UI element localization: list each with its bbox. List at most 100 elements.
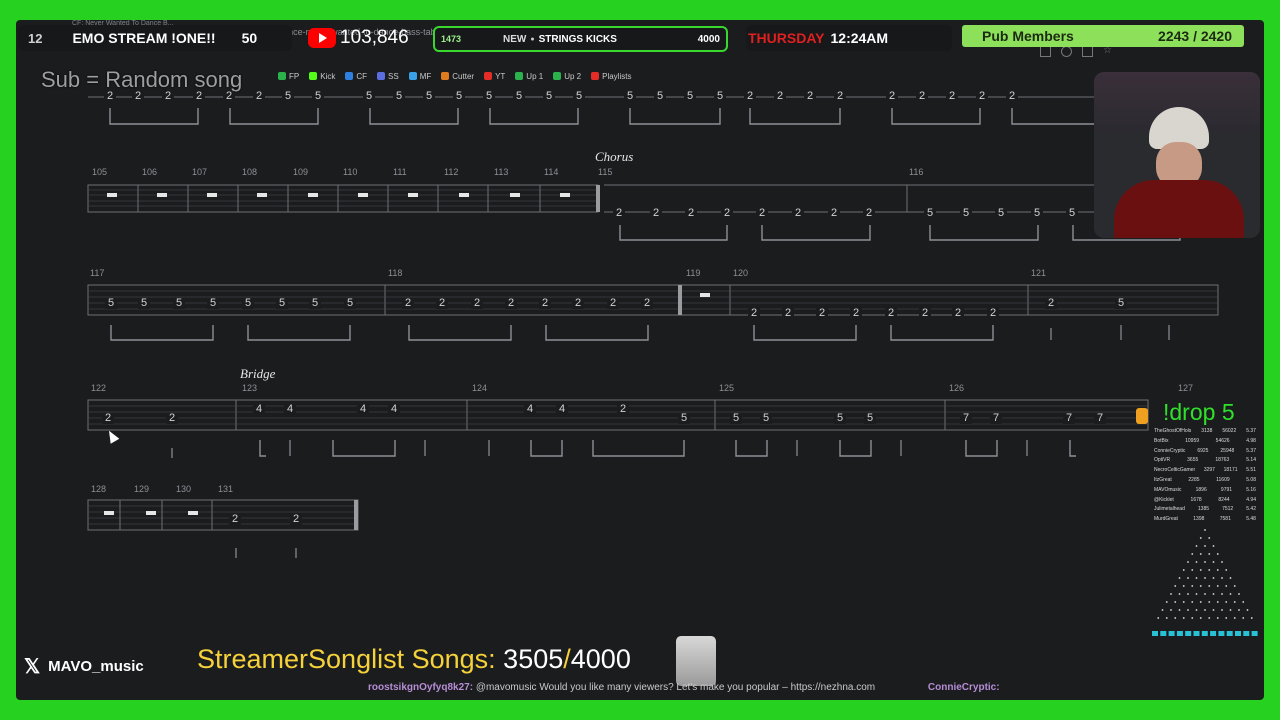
- fret-note: 2: [834, 91, 846, 102]
- leaderboard-pts: 10959: [1185, 437, 1200, 444]
- leaderboard-row: Julimetalhead 1385 7512 5.42: [1154, 506, 1256, 516]
- measure-number: 109: [293, 167, 309, 177]
- plinko-peg: [1182, 585, 1185, 587]
- fret-note: 2: [290, 514, 302, 525]
- leaderboard-pts: 1678: [1190, 496, 1202, 503]
- plinko-peg: [1208, 617, 1211, 619]
- plinko-peg: [1182, 569, 1185, 571]
- leaderboard-row: OptiVR 3655 18763 5.14: [1154, 457, 1256, 467]
- leaderboard-val: 8244: [1218, 496, 1230, 503]
- plinko-peg: [1165, 601, 1168, 603]
- plinko-peg: [1221, 577, 1223, 579]
- leaderboard-row: @Kicklet 1678 8244 4.94: [1154, 497, 1256, 507]
- fret-note: 5: [393, 91, 405, 102]
- plinko-peg: [1233, 601, 1236, 603]
- fret-note: 5: [730, 413, 742, 424]
- plinko-peg: [1233, 585, 1236, 587]
- measure-number: 124: [472, 383, 488, 393]
- plinko-peg: [1204, 593, 1206, 595]
- leaderboard-val: 7512: [1222, 506, 1234, 513]
- fret-note: 5: [105, 298, 117, 309]
- plinko-bucket: [1235, 631, 1241, 636]
- fret-note: 5: [960, 208, 972, 219]
- measure-number: 128: [91, 484, 107, 494]
- plinko-peg: [1195, 577, 1198, 579]
- section-label-bridge: Bridge: [240, 366, 276, 381]
- plinko-peg: [1225, 585, 1228, 587]
- fret-note: 2: [885, 308, 897, 319]
- songlist-counter: StreamerSonglist Songs: 3505/4000: [197, 644, 631, 675]
- leaderboard-pts: 1385: [1197, 506, 1210, 513]
- fret-note: 5: [276, 298, 288, 309]
- leaderboard-name: ItzGreat: [1154, 476, 1172, 483]
- twitter-handle: MAVO_music: [48, 658, 144, 675]
- fret-note: 2: [792, 208, 804, 219]
- fret-note: 2: [223, 91, 235, 102]
- leaderboard-avg: 5.14: [1246, 457, 1256, 464]
- plinko-peg: [1187, 593, 1189, 595]
- leaderboard-avg: 4.98: [1246, 437, 1256, 444]
- fret-note: 2: [782, 308, 794, 319]
- plinko-bucket: [1218, 631, 1225, 636]
- leaderboard-val: 25948: [1220, 447, 1235, 454]
- tab-notation: [87, 96, 1219, 558]
- leaderboard-avg: 5.37: [1246, 447, 1256, 454]
- plinko-peg: [1170, 609, 1172, 611]
- plinko-peg: [1195, 561, 1198, 563]
- jar-icon: [676, 636, 716, 686]
- leaderboard-row: MAVOmusic 1896 9791 5.16: [1154, 487, 1256, 497]
- leaderboard-name: OptiVR: [1154, 457, 1171, 464]
- fret-note: 5: [312, 91, 324, 102]
- fret-note: 2: [987, 308, 999, 319]
- fret-note: 2: [641, 298, 653, 309]
- fret-note: 5: [760, 413, 772, 424]
- fret-note: 2: [976, 91, 988, 102]
- measure-number: 130: [176, 484, 192, 494]
- fret-note: 2: [650, 208, 662, 219]
- plinko-peg: [1199, 569, 1202, 571]
- plinko-peg: [1157, 617, 1160, 619]
- measure-number: 131: [218, 484, 234, 494]
- fret-note: 5: [714, 91, 726, 102]
- leaderboard-pts: 3138: [1201, 428, 1213, 434]
- songlist-current: 3505: [503, 644, 564, 674]
- fret-note: 2: [1045, 298, 1057, 309]
- fret-note: 4: [284, 404, 296, 415]
- plinko-bucket: [1185, 631, 1192, 636]
- plinko-peg: [1191, 585, 1194, 587]
- plinko-peg: [1195, 545, 1198, 547]
- measure-number: 120: [733, 268, 749, 278]
- webcam-feed: [1094, 72, 1260, 238]
- fret-note: 2: [748, 308, 760, 319]
- fret-note: 5: [543, 91, 555, 102]
- leaderboard-row: ItzGreat 2285 11609 5.08: [1154, 477, 1256, 487]
- plinko-peg: [1216, 601, 1219, 603]
- fret-note: 2: [774, 91, 786, 102]
- fret-note: 2: [863, 208, 875, 219]
- plinko-bucket: [1160, 631, 1167, 636]
- measure-number: 127: [1178, 383, 1194, 393]
- fret-note: 2: [132, 91, 144, 102]
- fret-note: 5: [344, 298, 356, 309]
- measure-number: 123: [242, 383, 258, 393]
- leaderboard-pts: 3655: [1187, 457, 1199, 464]
- leaderboard-name: Julimetalhead: [1154, 506, 1185, 513]
- fret-note: 2: [946, 91, 958, 102]
- fret-note: 5: [138, 298, 150, 309]
- leaderboard-pts: 3297: [1203, 467, 1215, 474]
- plinko-peg: [1221, 593, 1223, 595]
- plinko-peg: [1195, 593, 1198, 595]
- measure-number: 113: [494, 167, 509, 177]
- fret-note: 4: [357, 404, 369, 415]
- leaderboard-avg: 5.37: [1246, 428, 1256, 434]
- fret-note: 2: [816, 308, 828, 319]
- fret-note: 5: [678, 413, 690, 424]
- plinko-peg: [1204, 561, 1206, 563]
- plinko-peg: [1229, 609, 1232, 611]
- ticker-message: @mavomusic Would you like many viewers? …: [475, 682, 876, 693]
- plinko-peg: [1221, 561, 1223, 563]
- plinko-peg: [1174, 617, 1177, 619]
- fret-note: 5: [483, 91, 495, 102]
- fret-note: 5: [684, 91, 696, 102]
- plinko-peg: [1204, 609, 1206, 611]
